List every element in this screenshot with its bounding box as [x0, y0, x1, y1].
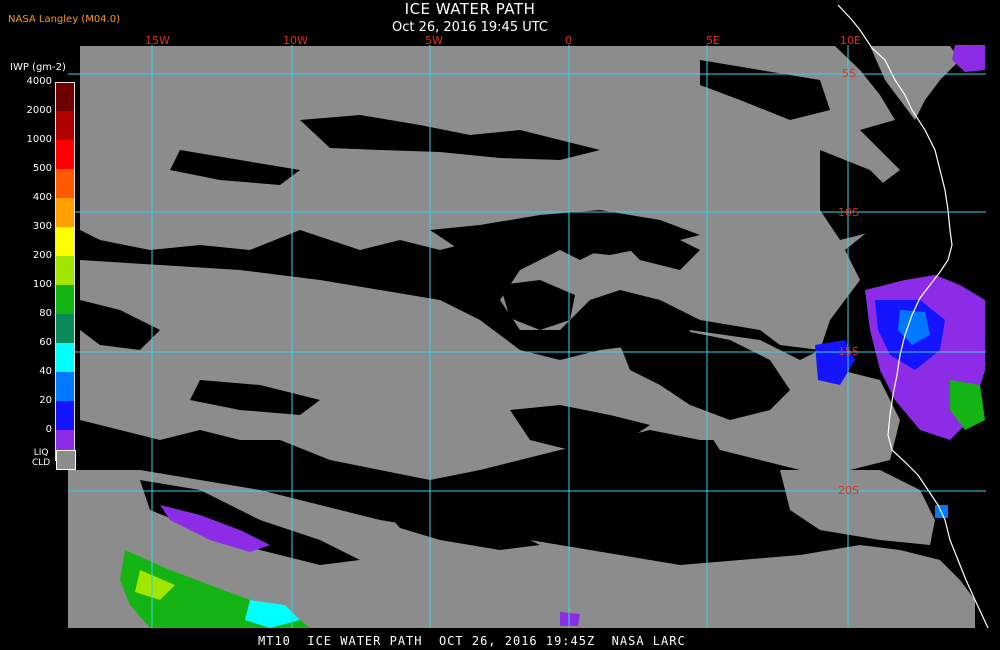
liq-cld-label: LIQ CLD [32, 448, 50, 468]
liq-label: LIQ [33, 448, 49, 458]
legend-frame [55, 82, 75, 461]
legend-label: 200 [32, 250, 52, 261]
lon-label-0: 0 [565, 34, 572, 47]
legend-label: 300 [32, 221, 52, 232]
legend-label: 80 [39, 308, 52, 319]
lon-label-5w: 5W [425, 34, 443, 47]
legend-label: 40 [39, 366, 52, 377]
legend-label: 400 [32, 192, 52, 203]
lat-label-5s: 5S [842, 67, 856, 80]
footer-caption: MT10 ICE WATER PATH OCT 26, 2016 19:45Z … [258, 634, 686, 648]
lat-label-20s: 20S [838, 484, 859, 497]
legend-label: 4000 [26, 76, 52, 87]
lon-label-10e: 10E [840, 34, 861, 47]
legend-label: 60 [39, 337, 52, 348]
legend-label: 2000 [26, 105, 52, 116]
lon-label-15w: 15W [145, 34, 170, 47]
legend-label: 500 [32, 163, 52, 174]
legend-label: 100 [32, 279, 52, 290]
legend-unit: IWP (gm-2) [10, 62, 66, 73]
lat-label-15s: 15S [838, 345, 859, 358]
legend-label: 0 [45, 424, 52, 435]
satellite-map [68, 4, 989, 630]
lat-label-10s: 10S [838, 206, 859, 219]
ice-patch-sw-5 [560, 612, 580, 626]
legend-label: 20 [39, 395, 52, 406]
lon-label-10w: 10W [283, 34, 308, 47]
liq-cld-swatch [56, 450, 76, 470]
legend-label: 1000 [26, 134, 52, 145]
lon-label-5e: 5E [706, 34, 720, 47]
cld-label: CLD [32, 458, 51, 468]
